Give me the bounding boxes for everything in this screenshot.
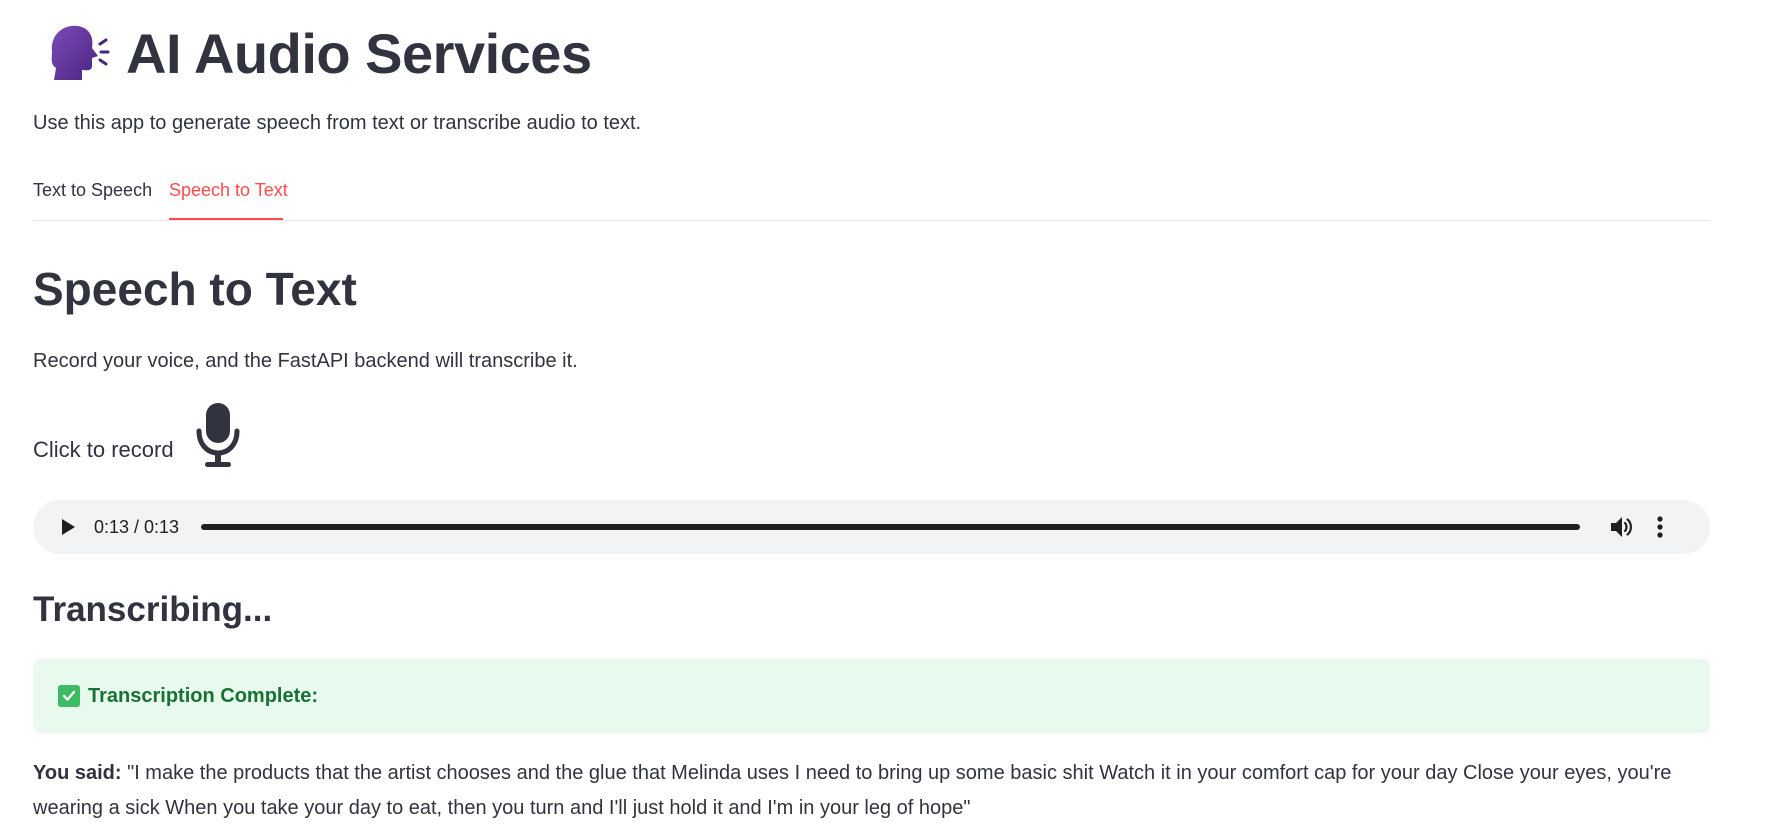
result-label: You said: <box>33 762 122 784</box>
app-subtitle: Use this app to generate speech from tex… <box>33 112 642 134</box>
section-description: Record your voice, and the FastAPI backe… <box>33 350 578 372</box>
play-button[interactable] <box>56 515 80 539</box>
more-options-icon <box>1657 516 1663 538</box>
progress-track[interactable] <box>201 524 1581 530</box>
audio-player: 0:13 / 0:13 <box>33 500 1710 554</box>
recorder: Click to record <box>33 400 242 470</box>
check-mark-icon <box>58 685 80 707</box>
transcription-result: You said: "I make the products that the … <box>33 756 1710 826</box>
more-options-button[interactable] <box>1650 514 1670 540</box>
tab-text-to-speech[interactable]: Text to Speech <box>33 180 152 201</box>
tab-bar: Text to Speech Speech to Text <box>33 178 1710 221</box>
status-heading: Transcribing... <box>33 590 273 629</box>
success-alert: Transcription Complete: <box>33 659 1710 733</box>
time-display: 0:13 / 0:13 <box>94 516 180 537</box>
progress-fill <box>201 524 1581 530</box>
section-title: Speech to Text <box>33 263 357 315</box>
speaking-head-icon <box>51 25 110 80</box>
success-message: Transcription Complete: <box>88 684 319 707</box>
result-text: "I make the products that the artist cho… <box>33 762 1672 819</box>
active-tab-indicator <box>169 218 283 220</box>
app-title: AI Audio Services <box>126 21 592 85</box>
app-header: AI Audio Services <box>42 18 592 88</box>
microphone-icon[interactable] <box>194 401 242 469</box>
record-label: Click to record <box>33 437 174 462</box>
play-icon <box>62 519 75 535</box>
tab-speech-to-text[interactable]: Speech to Text <box>169 180 288 201</box>
volume-icon[interactable] <box>1608 514 1634 540</box>
